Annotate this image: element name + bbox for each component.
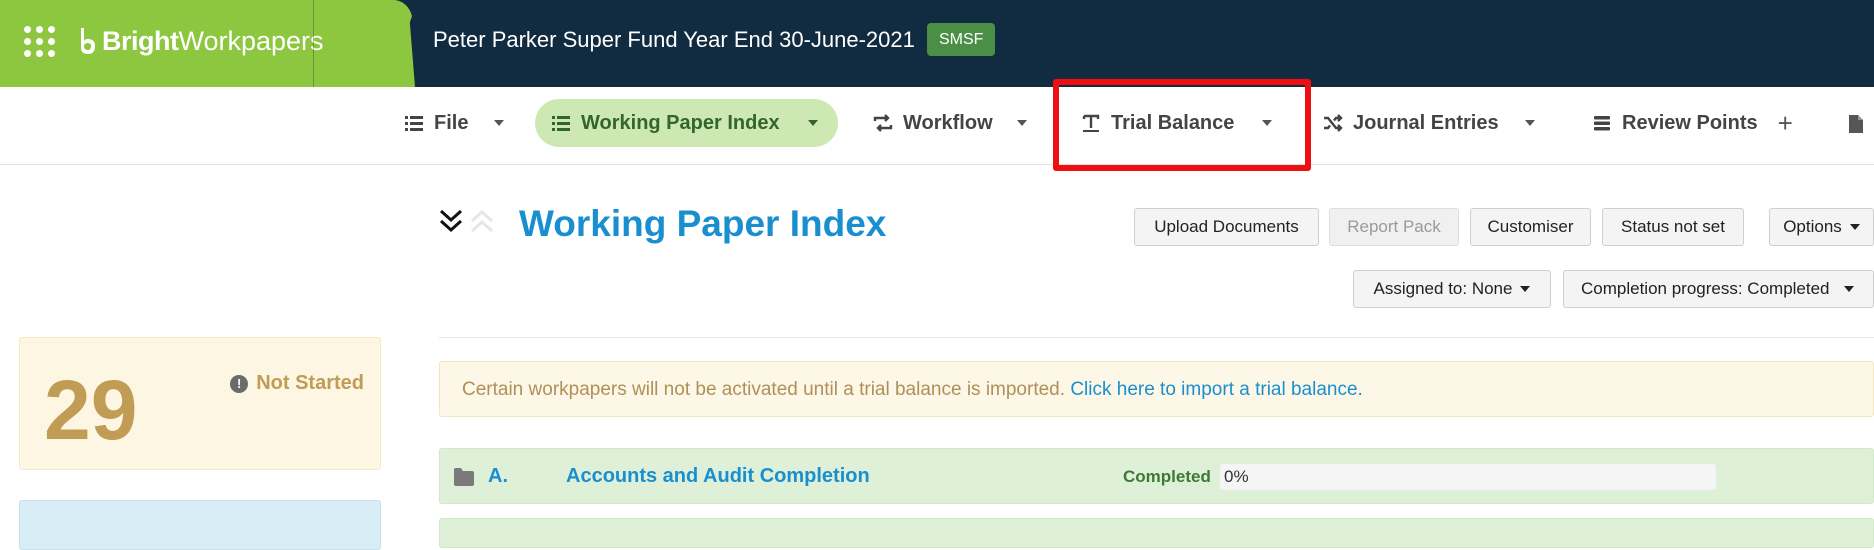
completion-progress-filter[interactable]: Completion progress: Completed [1563, 270, 1874, 308]
header-separator [439, 337, 1874, 338]
section-progress-bar: 0% [1220, 464, 1716, 490]
trial-balance-highlight [1053, 79, 1311, 171]
nav-journal-entries-label: Journal Entries [1353, 111, 1499, 134]
import-trial-balance-link[interactable]: Click here to import a trial balance. [1070, 379, 1363, 400]
chevron-down-icon [1520, 286, 1531, 292]
fund-type-badge: SMSF [927, 23, 996, 56]
nav-working-paper-index-label: Working Paper Index [581, 111, 780, 134]
brand-divider [313, 0, 314, 87]
chevron-down-icon [1524, 120, 1535, 126]
chevron-down-icon [1849, 224, 1860, 230]
status-label-text: Not Started [256, 372, 364, 394]
completion-progress-label: Completion progress: Completed [1581, 279, 1830, 298]
upload-documents-button[interactable]: Upload Documents [1134, 208, 1319, 246]
page-title: Working Paper Index [519, 203, 887, 244]
exclamation-icon: ! [230, 374, 249, 393]
shuffle-icon [1324, 114, 1343, 132]
document-icon[interactable] [1849, 115, 1863, 133]
customiser-button[interactable]: Customiser [1470, 208, 1591, 246]
nav-workflow[interactable]: Workflow [873, 99, 1027, 147]
nav-review-points-label: Review Points [1622, 111, 1758, 134]
nav-review-points[interactable]: Review Points + [1592, 99, 1793, 147]
section-code[interactable]: A. [488, 465, 508, 488]
expand-all-icon [470, 209, 494, 223]
nav-working-paper-index[interactable]: Working Paper Index [535, 99, 838, 147]
not-started-card[interactable]: 29 ! Not Started [19, 337, 381, 470]
collapse-all-icon [439, 209, 463, 223]
chevron-down-icon [1843, 286, 1854, 292]
brand-logo[interactable]: Bright Workpapers [78, 25, 324, 57]
main-nav: File Working Paper Index Workflow Trial … [0, 87, 1874, 165]
loop-icon [873, 114, 893, 132]
fund-title: Peter Parker Super Fund Year End 30-June… [433, 27, 915, 52]
nav-file-label: File [434, 111, 469, 134]
nav-file[interactable]: File [404, 99, 505, 147]
brand-area: Bright Workpapers [0, 0, 415, 87]
add-review-point-icon[interactable]: + [1778, 108, 1793, 139]
section-progress-value: 0% [1224, 467, 1249, 486]
section-row[interactable] [439, 518, 1874, 548]
options-button[interactable]: Options [1769, 208, 1874, 246]
assigned-to-label: Assigned to: None [1373, 279, 1513, 298]
trial-balance-alert: Certain workpapers will not be activated… [439, 361, 1874, 417]
chevron-down-icon [1016, 120, 1027, 126]
alert-text: Certain workpapers will not be activated… [462, 379, 1066, 400]
collapse-expand-control[interactable] [438, 207, 498, 239]
top-bar: Bright Workpapers Peter Parker Super Fun… [0, 0, 1874, 87]
brand-name-bold: Bright [102, 25, 179, 56]
info-card[interactable] [19, 500, 381, 550]
chevron-down-icon [807, 120, 818, 126]
not-started-count: 29 [44, 363, 138, 457]
nav-journal-entries[interactable]: Journal Entries [1323, 99, 1535, 147]
section-status: Completed [1123, 467, 1211, 486]
list-icon [405, 116, 423, 131]
options-label: Options [1783, 217, 1842, 236]
nav-workflow-label: Workflow [903, 111, 993, 134]
apps-grid-icon[interactable] [24, 26, 56, 58]
assigned-to-filter[interactable]: Assigned to: None [1353, 270, 1551, 308]
section-row[interactable]: A. Accounts and Audit Completion Complet… [439, 448, 1874, 504]
not-started-label: ! Not Started [230, 372, 364, 395]
section-name[interactable]: Accounts and Audit Completion [566, 465, 870, 488]
chevron-down-icon [494, 120, 505, 126]
report-pack-button[interactable]: Report Pack [1329, 208, 1459, 246]
stack-icon [1594, 116, 1610, 131]
list-icon [552, 116, 570, 131]
brand-name-light: Workpapers [178, 25, 324, 56]
status-button[interactable]: Status not set [1602, 208, 1744, 246]
bright-logo-icon [81, 28, 95, 54]
folder-icon [454, 468, 474, 486]
